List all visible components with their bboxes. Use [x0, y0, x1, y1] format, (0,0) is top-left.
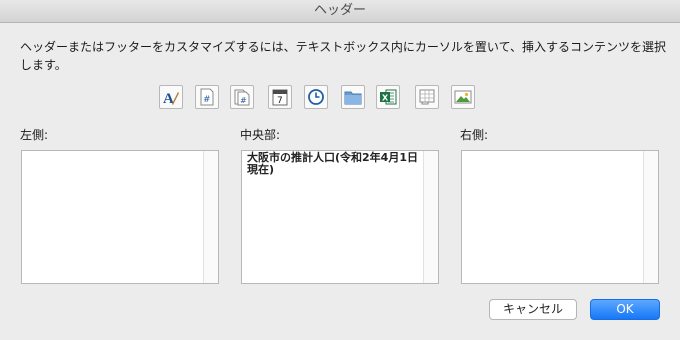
dialog-title: ヘッダー — [0, 0, 680, 23]
right-section-scrollbar[interactable] — [643, 151, 658, 283]
file-path-icon — [344, 91, 362, 105]
insert-picture-icon — [454, 90, 472, 104]
sheet-name-button[interactable] — [415, 85, 439, 109]
instruction-text: ヘッダーまたはフッターをカスタマイズするには、テキストボックス内にカーソルを置い… — [20, 40, 666, 72]
ok-button[interactable]: OK — [590, 299, 660, 320]
cancel-button[interactable]: キャンセル — [489, 299, 577, 320]
sheet-name-icon — [419, 89, 435, 105]
file-path-button[interactable] — [341, 85, 365, 109]
format-text-icon: A — [163, 91, 179, 106]
right-section-textbox[interactable] — [461, 150, 659, 284]
svg-text:#: # — [203, 95, 211, 105]
page-count-button[interactable]: # — [230, 85, 254, 109]
insert-picture-button[interactable] — [451, 85, 475, 109]
svg-text:X: X — [382, 94, 389, 103]
page-number-icon: # — [200, 88, 214, 106]
time-button[interactable] — [304, 85, 328, 109]
date-button[interactable]: 7 — [268, 85, 292, 109]
svg-text:7: 7 — [277, 96, 283, 106]
format-text-button[interactable]: A — [159, 85, 183, 109]
date-icon: 7 — [272, 89, 288, 106]
svg-text:#: # — [240, 96, 247, 105]
center-section-scrollbar[interactable] — [423, 151, 438, 283]
right-section-label: 右側: — [460, 128, 489, 142]
left-section-label: 左側: — [20, 128, 49, 142]
time-icon — [308, 89, 324, 105]
center-section-label: 中央部: — [240, 128, 281, 142]
page-count-icon: # — [234, 89, 250, 106]
center-section-text: 大阪市の推計人口(令和2年4月1日 現在) — [247, 151, 418, 176]
file-name-icon: X — [380, 89, 397, 105]
left-section-scrollbar[interactable] — [203, 151, 218, 283]
center-section-textbox[interactable]: 大阪市の推計人口(令和2年4月1日 現在) — [241, 150, 439, 284]
left-section-textbox[interactable] — [21, 150, 219, 284]
file-name-button[interactable]: X — [376, 85, 400, 109]
header-dialog: ヘッダー ヘッダーまたはフッターをカスタマイズするには、テキストボックス内にカー… — [0, 0, 680, 340]
page-number-button[interactable]: # — [195, 85, 219, 109]
